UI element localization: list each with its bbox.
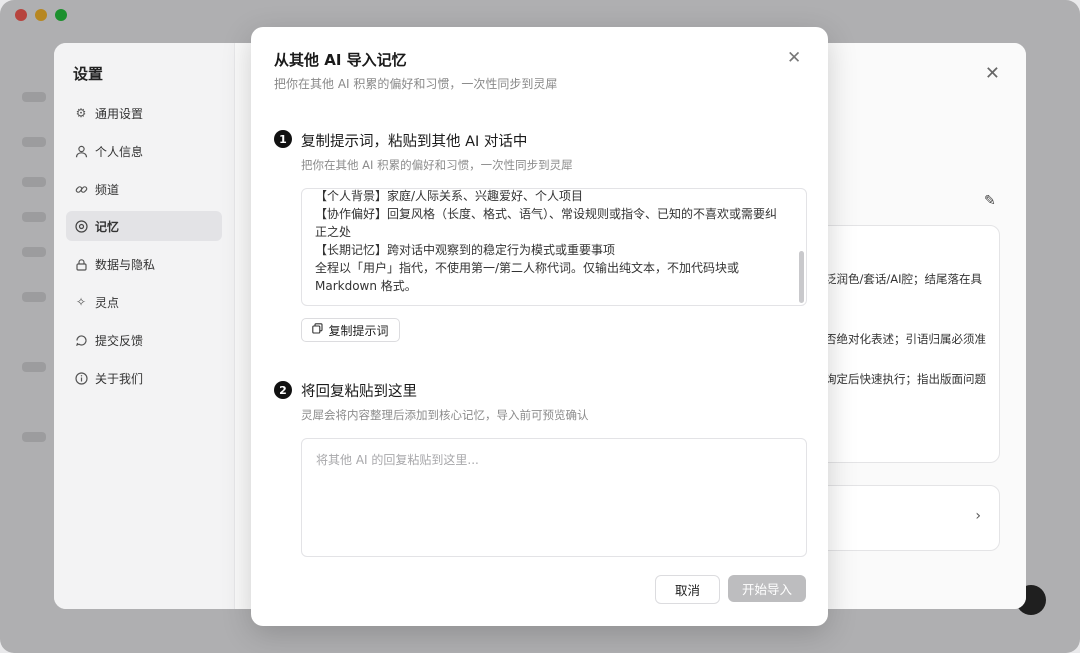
prompt-line: 【协作偏好】回复风格（长度、格式、语气）、常设规则或指令、已知的不喜欢或需要纠正… xyxy=(315,207,778,239)
gear-icon: ⚙ xyxy=(75,106,87,120)
feedback-icon xyxy=(73,332,89,348)
sparkle-icon: ✧ xyxy=(75,295,87,309)
prompt-line: 【个人背景】家庭/人际关系、兴趣爱好、个人项目 xyxy=(315,189,584,203)
reply-input-box[interactable] xyxy=(301,438,807,557)
dialog-title: 从其他 AI 导入记忆 xyxy=(274,51,407,69)
nav-item-profile[interactable]: 个人信息 xyxy=(66,136,222,166)
settings-title: 设置 xyxy=(73,65,104,83)
pencil-icon[interactable]: ✎ xyxy=(984,193,996,209)
nav-item-label: 记忆 xyxy=(95,219,120,234)
prompt-line: 【长期记忆】跨对话中观察到的稳定行为模式或重要事项 xyxy=(315,243,616,257)
step2-description: 灵犀会将内容整理后添加到核心记忆，导入前可预览确认 xyxy=(301,408,589,422)
prompt-text: 【个人背景】家庭/人际关系、兴趣爱好、个人项目 【协作偏好】回复风格（长度、格式… xyxy=(315,189,785,295)
close-icon[interactable]: ✕ xyxy=(787,49,801,67)
scrollbar-thumb[interactable] xyxy=(799,251,804,303)
nav-item-memory[interactable]: 记忆 xyxy=(66,211,222,241)
import-memory-dialog: 从其他 AI 导入记忆 把你在其他 AI 积累的偏好和习惯，一次性同步到灵犀 ✕… xyxy=(251,27,828,626)
prompt-line: 全程以「用户」指代，不使用第一/第二人称代词。仅输出纯文本，不加代码块或 Mar… xyxy=(315,261,743,293)
nav-item-about[interactable]: 关于我们 xyxy=(66,363,222,393)
nav-item-label: 提交反馈 xyxy=(95,333,144,348)
step1-title: 复制提示词，粘贴到其他 AI 对话中 xyxy=(301,134,528,150)
nav-item-label: 数据与隐私 xyxy=(95,257,156,272)
nav-item-points[interactable]: ✧ 灵点 xyxy=(66,287,222,317)
cancel-button[interactable]: 取消 xyxy=(655,575,720,604)
nav-item-label: 关于我们 xyxy=(95,371,144,386)
user-icon xyxy=(73,143,89,159)
nav-item-label: 个人信息 xyxy=(95,144,144,159)
dialog-subtitle: 把你在其他 AI 积累的偏好和习惯，一次性同步到灵犀 xyxy=(274,77,558,91)
nav-item-general[interactable]: ⚙ 通用设置 xyxy=(66,98,222,128)
nav-item-label: 频道 xyxy=(95,182,120,197)
prompt-text-box[interactable]: 【个人背景】家庭/人际关系、兴趣爱好、个人项目 【协作偏好】回复风格（长度、格式… xyxy=(301,188,807,306)
start-import-button[interactable]: 开始导入 xyxy=(728,575,806,602)
link-icon xyxy=(73,181,89,197)
step-badge: 1 xyxy=(274,130,292,148)
nav-item-label: 通用设置 xyxy=(95,106,144,121)
reply-input[interactable] xyxy=(314,449,796,547)
nav-item-feedback[interactable]: 提交反馈 xyxy=(66,325,222,355)
memory-text: 否绝对化表述；引语归属必须准 xyxy=(825,332,986,346)
nav-item-label: 灵点 xyxy=(95,295,120,310)
lock-icon xyxy=(73,256,89,272)
close-icon[interactable]: ✕ xyxy=(985,63,1000,84)
copy-prompt-label: 复制提示词 xyxy=(328,323,389,338)
step-badge: 2 xyxy=(274,381,292,399)
step2-title: 将回复粘贴到这里 xyxy=(301,384,417,400)
nav-item-channel[interactable]: 频道 xyxy=(66,174,222,204)
copy-icon xyxy=(312,323,324,337)
step1-description: 把你在其他 AI 积累的偏好和习惯，一次性同步到灵犀 xyxy=(301,158,573,172)
chevron-right-icon: › xyxy=(975,508,981,524)
copy-prompt-button[interactable]: 复制提示词 xyxy=(301,318,400,342)
nav-item-privacy[interactable]: 数据与隐私 xyxy=(66,249,222,279)
memory-icon xyxy=(73,218,89,234)
memory-text: 询定后快速执行；指出版面问题 xyxy=(825,372,986,386)
app-window: 设置 ⚙ 通用设置 个人信息 频道 记忆 数据与隐私 ✧ 灵点 提交反馈 关于我… xyxy=(0,0,1080,653)
info-icon xyxy=(73,370,89,386)
memory-text: 泛润色/套话/AI腔；结尾落在具 xyxy=(825,272,983,286)
settings-sidebar: 设置 ⚙ 通用设置 个人信息 频道 记忆 数据与隐私 ✧ 灵点 提交反馈 关于我… xyxy=(54,43,235,609)
